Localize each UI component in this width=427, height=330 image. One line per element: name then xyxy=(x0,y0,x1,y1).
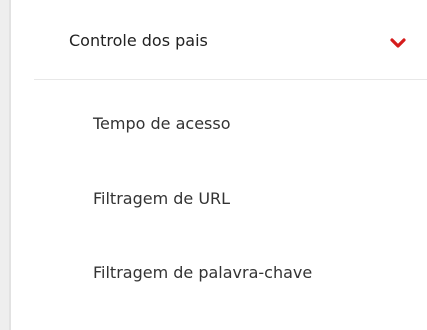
chevron-down-icon-shape xyxy=(390,38,406,48)
sidebar-item-access-time[interactable]: Tempo de acesso xyxy=(93,114,231,133)
parental-control-menu-header[interactable]: Controle dos pais xyxy=(34,10,427,78)
sidebar-menu: Controle dos pais Tempo de acesso Filtra… xyxy=(11,0,427,330)
left-panel-edge xyxy=(0,0,9,330)
sidebar-item-keyword-filtering[interactable]: Filtragem de palavra-chave xyxy=(93,263,312,282)
chevron-down-icon[interactable] xyxy=(390,34,406,48)
sidebar-item-url-filtering[interactable]: Filtragem de URL xyxy=(93,189,230,208)
menu-divider xyxy=(34,79,427,80)
parental-control-menu-page: Controle dos pais Tempo de acesso Filtra… xyxy=(0,0,427,330)
parental-control-label: Controle dos pais xyxy=(69,31,208,50)
